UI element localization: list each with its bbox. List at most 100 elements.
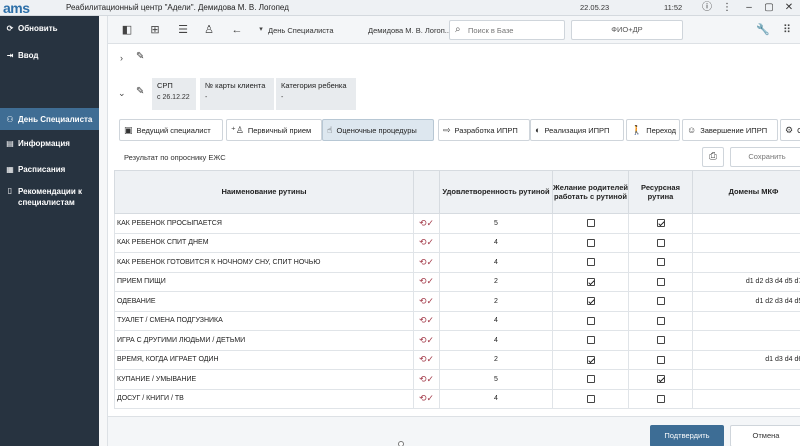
srp-card[interactable]: СРП с 26.12.22 [152, 78, 196, 110]
resource-checkbox[interactable] [656, 277, 665, 286]
list-view-icon[interactable]: ☰ [176, 23, 190, 37]
minimize-icon[interactable]: – [742, 1, 756, 14]
parent-wish-checkbox[interactable] [586, 375, 595, 384]
parent-wish-checkbox[interactable] [586, 336, 595, 345]
satisfaction-score[interactable]: 2 [439, 291, 553, 312]
table-row[interactable]: ИГРА С ДРУГИМИ ЛЮДЬМИ / ДЕТЬМИ ⟲✓ 4 [114, 330, 800, 351]
sidebar-item-login[interactable]: ⇥ Ввод [0, 51, 99, 60]
search-box[interactable]: ⌕ [449, 20, 565, 40]
resource-cell [628, 310, 693, 331]
edit-check-icon[interactable]: ⟲✓ [413, 271, 440, 292]
cancel-button[interactable]: Отмена [730, 425, 800, 446]
print-button[interactable]: ⎙ [702, 147, 724, 167]
kebab-menu-icon[interactable]: ⋮ [720, 1, 734, 14]
breadcrumb[interactable]: День Специалиста [268, 26, 334, 35]
current-user[interactable]: Демидова М. В. Логоп... [368, 26, 451, 35]
table-row[interactable]: ВРЕМЯ, КОГДА ИГРАЕТ ОДИН⟲✓2 d1 d3 d4 d6 d… [114, 349, 800, 370]
header-icon [413, 170, 440, 214]
resource-cell [628, 213, 693, 234]
satisfaction-score[interactable]: 2 [439, 349, 553, 370]
maximize-icon[interactable]: ▢ [762, 1, 776, 14]
satisfaction-score[interactable]: 4 [439, 310, 553, 331]
grid-view-icon[interactable]: ⊞ [148, 23, 162, 37]
edit-check-icon[interactable]: ⟲✓ [413, 213, 440, 234]
satisfaction-score[interactable]: 4 [439, 232, 553, 253]
save-button[interactable]: Сохранить [730, 147, 800, 167]
edit-check-icon[interactable]: ⟲✓ [413, 369, 440, 390]
resource-cell [628, 252, 693, 273]
resource-checkbox[interactable] [656, 336, 665, 345]
table-row[interactable]: ПРИЕМ ПИЩИ⟲✓2 d1 d2 d3 d4 d5 d7 d8 [114, 271, 800, 292]
fio-field[interactable]: ФИО+ДР [571, 20, 683, 40]
info-circle-icon[interactable]: ⓘ [700, 1, 714, 14]
tab-assessment[interactable]: ☝ Оценочные процедуры [322, 119, 434, 141]
resource-checkbox[interactable] [656, 219, 665, 228]
tab-transition[interactable]: 🚶 Переход [626, 119, 680, 141]
parent-wish-checkbox[interactable] [586, 394, 595, 403]
satisfaction-score[interactable]: 5 [439, 369, 553, 390]
chevron-right-icon[interactable]: › [120, 53, 123, 63]
parent-wish-checkbox[interactable] [586, 219, 595, 228]
sidebar-item-refresh[interactable]: ⟳ Обновить [0, 24, 99, 33]
child-category-title: Категория ребенка [281, 81, 347, 90]
pencil-icon[interactable]: ✎ [136, 51, 144, 62]
wrench-icon[interactable]: 🔧 [756, 23, 770, 37]
table-row[interactable]: КАК РЕБЕНОК ГОТОВИТСЯ К НОЧНОМУ СНУ, СПИ… [114, 252, 800, 273]
sidebar-item-schedules[interactable]: ▦ Расписания [0, 165, 99, 174]
resource-checkbox[interactable] [656, 394, 665, 403]
satisfaction-score[interactable]: 4 [439, 330, 553, 351]
resource-checkbox[interactable] [656, 238, 665, 247]
sidebar-splitter[interactable] [99, 16, 108, 446]
table-row[interactable]: КАК РЕБЕНОК ПРОСЫПАЕТСЯ ⟲✓ 5 [114, 213, 800, 234]
tab-iprp-implementation[interactable]: ◐ Реализация ИПРП [530, 119, 624, 141]
edit-check-icon[interactable]: ⟲✓ [413, 310, 440, 331]
satisfaction-score[interactable]: 4 [439, 388, 553, 409]
edit-check-icon[interactable]: ⟲✓ [413, 291, 440, 312]
table-row[interactable]: ОДЕВАНИЕ⟲✓2 d1 d2 d3 d4 d5 d8 [114, 291, 800, 312]
resource-checkbox[interactable] [656, 316, 665, 325]
collapse-panel-icon[interactable]: ◧ [120, 23, 134, 37]
tab-iprp-completion[interactable]: ☺ Завершение ИПРП [682, 119, 778, 141]
table-row[interactable]: ТУАЛЕТ / СМЕНА ПОДГУЗНИКА ⟲✓ 4 [114, 310, 800, 331]
table-row[interactable]: ДОСУГ / КНИГИ / ТВ ⟲✓ 4 [114, 388, 800, 409]
user-icon[interactable]: ♙ [202, 23, 216, 37]
tab-iprp-development[interactable]: ⇨ Разработка ИПРП [438, 119, 530, 141]
resource-checkbox[interactable] [656, 258, 665, 267]
table-row[interactable]: КАК РЕБЕНОК СПИТ ДНЕМ ⟲✓ 4 [114, 232, 800, 253]
close-icon[interactable]: ✕ [782, 1, 796, 14]
parent-wish-checkbox[interactable] [586, 258, 595, 267]
back-arrow-icon[interactable]: ← [230, 23, 244, 37]
search-input[interactable] [468, 24, 560, 37]
pencil-icon[interactable]: ✎ [136, 86, 144, 97]
sidebar-item-recommendations[interactable]: ▯ Рекомендации к специалистам [0, 186, 99, 208]
parent-wish-checkbox[interactable] [586, 277, 595, 286]
chevron-down-icon[interactable]: ▾ [254, 23, 268, 37]
confirm-button[interactable]: Подтвердить [650, 425, 724, 446]
table-row[interactable]: КУПАНИЕ / УМЫВАНИЕ ⟲✓ 5 [114, 369, 800, 390]
icf-domains: d1 d2 d3 d4 d5 d8 [692, 291, 800, 312]
edit-check-icon[interactable]: ⟲✓ [413, 330, 440, 351]
sidebar-item-info[interactable]: ▤ Информация [0, 139, 99, 148]
chevron-down-icon[interactable]: ⌄ [118, 88, 126, 99]
tab-overflow[interactable]: ⚙С [780, 119, 800, 141]
satisfaction-score[interactable]: 2 [439, 271, 553, 292]
parent-wish-checkbox[interactable] [586, 316, 595, 325]
resource-checkbox[interactable] [656, 297, 665, 306]
grid-menu-icon[interactable]: ⠿ [780, 23, 794, 37]
icf-domains: d1 d2 d3 d4 d5 d7 d8 [692, 271, 800, 292]
edit-check-icon[interactable]: ⟲✓ [413, 252, 440, 273]
parent-wish-checkbox[interactable] [586, 297, 595, 306]
sidebar-item-specialist-day[interactable]: ⚇ День Специалиста [0, 108, 99, 130]
parent-wish-checkbox[interactable] [586, 238, 595, 247]
edit-check-icon[interactable]: ⟲✓ [413, 232, 440, 253]
resource-checkbox[interactable] [656, 355, 665, 364]
edit-check-icon[interactable]: ⟲✓ [413, 388, 440, 409]
tab-primary-intake[interactable]: ⁺♙ Первичный прием [226, 119, 322, 141]
parent-wish-checkbox[interactable] [586, 355, 595, 364]
satisfaction-score[interactable]: 4 [439, 252, 553, 273]
satisfaction-score[interactable]: 5 [439, 213, 553, 234]
tab-lead-specialist[interactable]: ▣ Ведущий специалист [119, 119, 223, 141]
resource-checkbox[interactable] [656, 375, 665, 384]
edit-check-icon[interactable]: ⟲✓ [413, 349, 440, 370]
hand-pointer-icon: ☝ [327, 124, 333, 135]
